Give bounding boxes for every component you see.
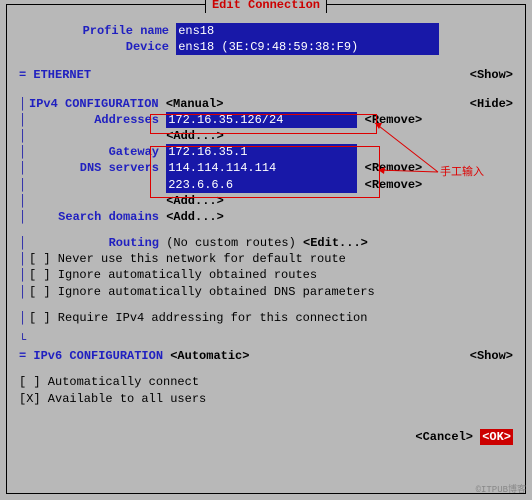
watermark: ©ITPUB博客 — [476, 484, 526, 496]
anno-arrows — [0, 0, 532, 500]
anno-text: 手工输入 — [440, 166, 484, 181]
